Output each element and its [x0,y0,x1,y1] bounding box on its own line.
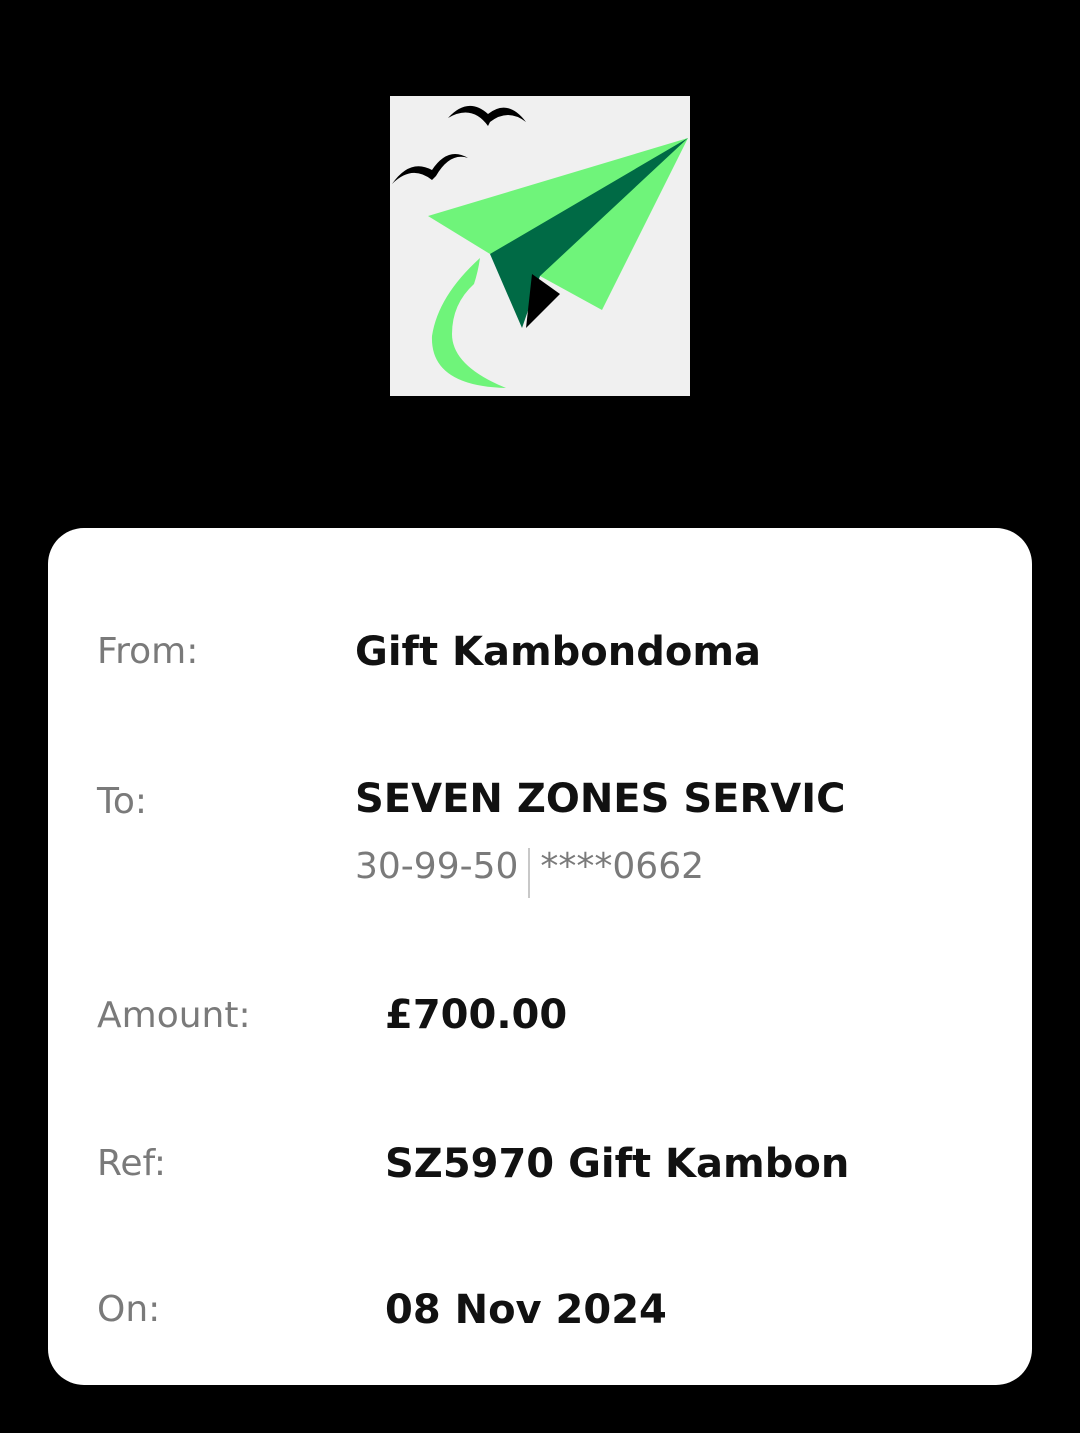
from-label: From: [97,631,199,672]
ref-value: SZ5970 Gift Kambon [385,1141,850,1187]
account-details: 30-99-50 ****0662 [355,842,705,898]
from-value: Gift Kambondoma [355,629,762,675]
trail-shape [431,258,506,388]
app-logo [390,96,690,396]
transfer-receipt-card: From: Gift Kambondoma To: SEVEN ZONES SE… [48,528,1032,1385]
date-value: 08 Nov 2024 [385,1287,667,1333]
paper-plane-icon [392,105,688,388]
sort-code: 30-99-50 [355,846,519,887]
to-label: To: [97,781,148,822]
account-number: ****0662 [540,846,705,887]
amount-value: £700.00 [385,992,568,1038]
to-value: SEVEN ZONES SERVIC [355,776,846,822]
bird-icon [448,105,526,126]
account-divider [528,848,531,898]
on-label: On: [97,1289,161,1330]
amount-label: Amount: [97,995,251,1036]
ref-label: Ref: [97,1143,167,1184]
bird-icon [392,154,468,184]
